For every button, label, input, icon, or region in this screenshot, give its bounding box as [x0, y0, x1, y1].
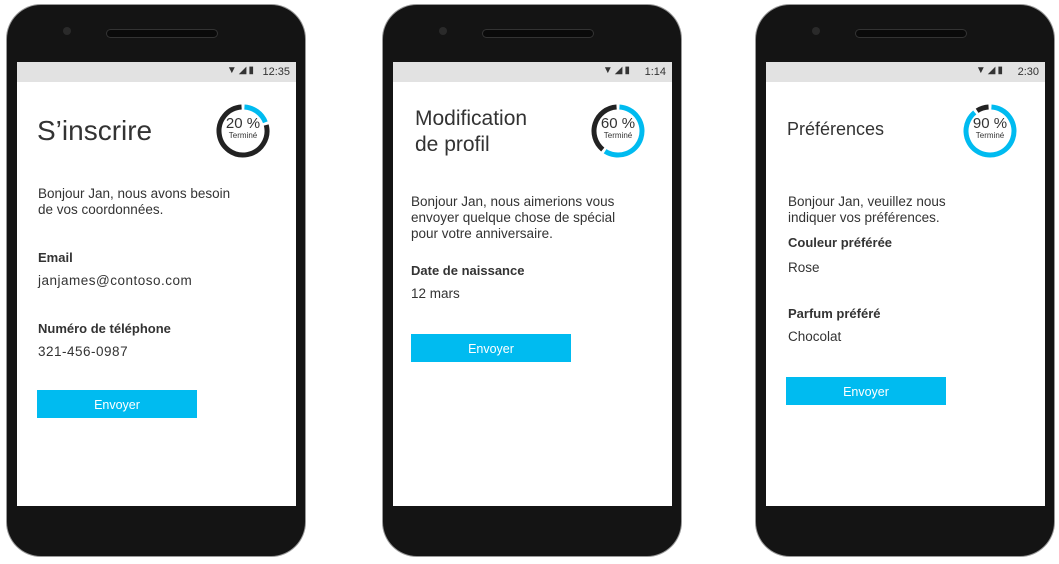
flavor-label: Parfum préféré [788, 306, 881, 321]
progress-ring: 60 % Terminé [590, 103, 646, 159]
progress-arc-remaining [975, 104, 989, 113]
message: Bonjour Jan, nous aimerions vous envoyer… [411, 194, 616, 241]
progress-sub: Terminé [228, 131, 258, 140]
camera [63, 27, 71, 35]
status-time: 12:35 [262, 66, 290, 78]
email-field[interactable]: janjames@contoso.com [38, 273, 192, 288]
status-time: 1:14 [644, 66, 666, 78]
title-line: de profil [415, 133, 490, 156]
progress-sub: Terminé [603, 131, 633, 140]
status-time: 2:30 [1017, 66, 1039, 78]
submit-button[interactable]: Envoyer [786, 377, 946, 405]
message: Bonjour Jan, veuillez nous indiquer vos … [788, 194, 946, 225]
page-title: Préférences [787, 119, 885, 139]
birthdate-field[interactable]: 12 mars [411, 286, 460, 301]
submit-button[interactable]: Envoyer [37, 390, 197, 418]
birthdate-label: Date de naissance [411, 263, 525, 278]
phone-profile: ▼◢▮ 1:14 Modification de profil 60 % Termin… [383, 5, 681, 556]
submit-button[interactable]: Envoyer [411, 334, 571, 362]
phone-label: Numéro de téléphone [38, 321, 171, 336]
phone-field[interactable]: 321-456-0987 [38, 344, 128, 359]
color-field[interactable]: Rose [788, 260, 820, 275]
speaker [856, 30, 966, 37]
phone-preferences: ▼◢▮ 2:30 Préférences 90 % Terminé Bonjour … [756, 5, 1054, 556]
message: Bonjour Jan, nous avons besoin de vos co… [38, 186, 231, 217]
status-bar: ▼◢▮ 2:30 [766, 62, 1045, 82]
progress-sub: Terminé [975, 131, 1005, 140]
screen: ▼◢▮ 12:35 S’inscrire 20 % Terminé Bonjour … [17, 62, 296, 506]
page-title: S’inscrire [37, 115, 153, 146]
phone-signup: ▼◢▮ 12:35 S’inscrire 20 % Terminé Bonjour … [7, 5, 305, 556]
progress-value: 20 % [225, 115, 261, 132]
wifi-signal-battery-icon: ▼◢▮ [226, 65, 256, 76]
status-bar: ▼◢▮ 1:14 [393, 62, 672, 82]
progress-value: 60 % [600, 115, 636, 132]
wifi-signal-battery-icon: ▼◢▮ [975, 65, 1005, 76]
title-line: Modification [415, 107, 528, 130]
flavor-field[interactable]: Chocolat [788, 329, 841, 344]
progress-value: 90 % [972, 115, 1008, 132]
speaker [107, 30, 217, 37]
status-bar: ▼◢▮ 12:35 [17, 62, 296, 82]
progress-ring: 90 % Terminé [962, 103, 1018, 159]
color-label: Couleur préférée [788, 235, 893, 250]
camera [812, 27, 820, 35]
screen: ▼◢▮ 1:14 Modification de profil 60 % Termin… [393, 62, 672, 506]
speaker [483, 30, 593, 37]
email-label: Email [38, 250, 73, 265]
progress-ring: 20 % Terminé [215, 103, 271, 159]
camera [439, 27, 447, 35]
screen: ▼◢▮ 2:30 Préférences 90 % Terminé Bonjour … [766, 62, 1045, 506]
wifi-signal-battery-icon: ▼◢▮ [602, 65, 632, 76]
page-title: Modification de profil [415, 106, 527, 158]
